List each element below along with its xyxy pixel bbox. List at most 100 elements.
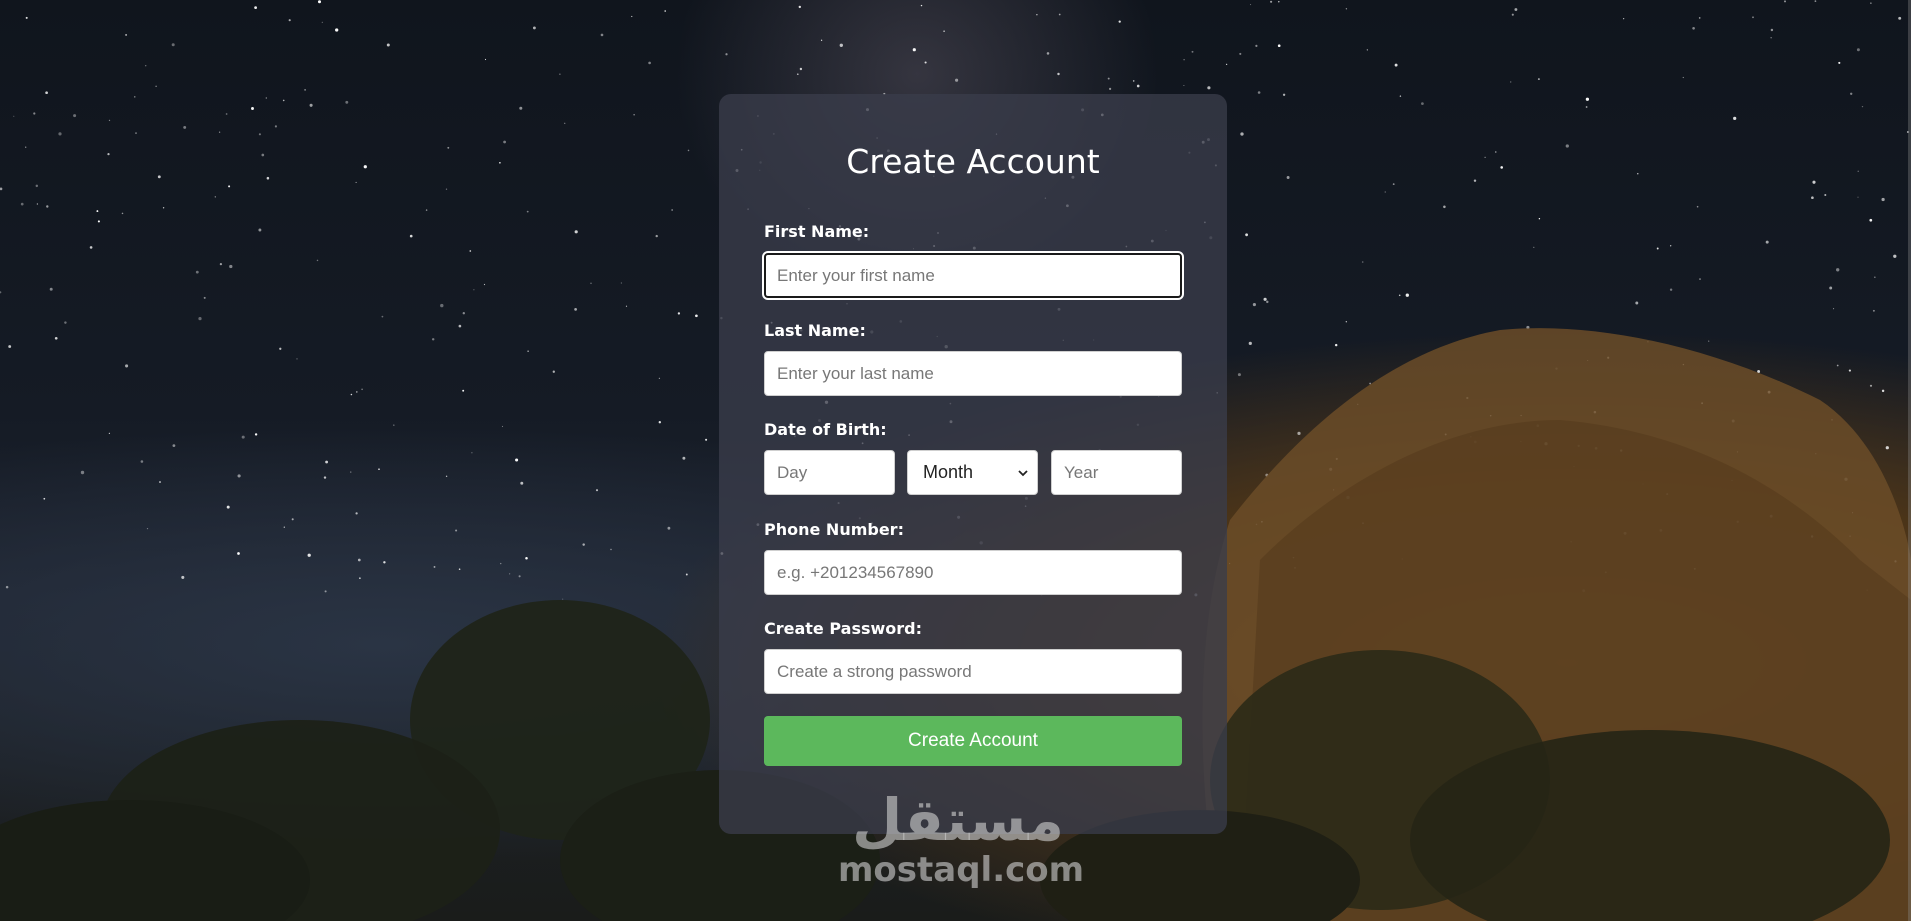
star [316, 259, 319, 262]
star [144, 64, 147, 67]
phone-number-input[interactable] [764, 550, 1182, 595]
star [125, 33, 128, 36]
star [725, 53, 728, 56]
star [96, 210, 99, 213]
star [309, 103, 313, 107]
star [409, 234, 413, 238]
first-name-input[interactable] [764, 253, 1182, 298]
star [1394, 63, 1398, 67]
star [229, 264, 233, 269]
star [1708, 340, 1710, 342]
star [108, 119, 111, 122]
star [1046, 52, 1050, 55]
star [1814, 0, 1817, 2]
star [159, 481, 161, 483]
star [1057, 72, 1060, 76]
star [1538, 218, 1541, 220]
star [633, 114, 635, 116]
star [0, 291, 2, 294]
star [1669, 288, 1673, 291]
star [283, 526, 285, 528]
star [1824, 193, 1827, 197]
star [214, 196, 216, 198]
star [25, 16, 28, 19]
star [525, 556, 528, 560]
star [1345, 8, 1348, 10]
star [595, 489, 599, 492]
star [1443, 205, 1446, 209]
star [658, 377, 661, 379]
star [288, 19, 291, 22]
password-input[interactable] [764, 649, 1182, 694]
star [920, 4, 923, 7]
star [1118, 20, 1121, 23]
star [1829, 286, 1833, 290]
star [89, 246, 93, 249]
star [1500, 166, 1503, 169]
star [49, 287, 53, 291]
star [1252, 303, 1256, 307]
star [1733, 116, 1737, 121]
star [361, 388, 363, 391]
star [1405, 293, 1409, 297]
birth-year-input[interactable] [1051, 450, 1182, 495]
star [1893, 254, 1897, 258]
star [562, 598, 564, 600]
star [1257, 91, 1261, 94]
star [356, 391, 358, 393]
star [307, 553, 311, 557]
birth-month-select[interactable]: Month [907, 450, 1038, 495]
star [64, 321, 67, 324]
star [1635, 301, 1639, 305]
star [500, 562, 502, 565]
star [600, 33, 604, 37]
star [237, 474, 241, 478]
star [1585, 106, 1588, 108]
star [1399, 95, 1402, 97]
star [386, 43, 390, 47]
star [73, 114, 77, 118]
star [1698, 17, 1701, 19]
star [499, 161, 501, 164]
last-name-input[interactable] [764, 351, 1182, 396]
star [1770, 37, 1772, 39]
star [383, 561, 386, 564]
create-account-button[interactable]: Create Account [764, 716, 1182, 766]
star [1885, 446, 1889, 450]
star [1345, 321, 1347, 323]
star [195, 270, 199, 274]
star [1848, 369, 1851, 372]
birth-day-input[interactable] [764, 450, 895, 495]
star [924, 61, 927, 64]
star [1533, 246, 1535, 248]
star [1036, 14, 1038, 16]
star [1869, 218, 1873, 222]
star [97, 220, 100, 223]
star [254, 433, 258, 436]
star [1361, 261, 1364, 263]
first-name-label: First Name: [764, 222, 870, 241]
star [1239, 52, 1242, 55]
star [1278, 0, 1280, 3]
star [1250, 4, 1252, 6]
star [1856, 48, 1860, 52]
star [1811, 196, 1814, 200]
star [162, 207, 165, 209]
star [359, 577, 361, 579]
star [1473, 179, 1477, 182]
star [1656, 247, 1659, 250]
star [226, 505, 230, 509]
star [658, 421, 661, 424]
star [677, 312, 681, 315]
star [433, 565, 436, 568]
star [610, 548, 612, 551]
star [355, 512, 358, 515]
star [440, 303, 444, 308]
star [483, 283, 486, 286]
star [798, 5, 801, 9]
star [526, 210, 529, 213]
star [135, 132, 137, 134]
star [13, 115, 15, 117]
star [1872, 309, 1875, 312]
star [5, 585, 9, 589]
